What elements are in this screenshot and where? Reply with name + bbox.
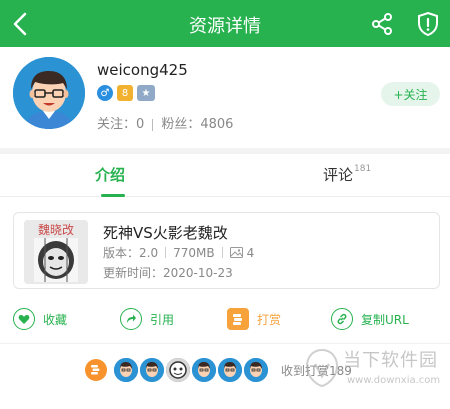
image-icon <box>229 247 243 258</box>
male-icon: ♂ <box>97 85 113 101</box>
publisher-profile: weicong425 ♂ 8 ★ 关注：0 粉丝：4806 +关注 <box>0 47 450 148</box>
followers-count: 4806 <box>200 117 234 132</box>
tab-comments[interactable]: 评论181 <box>323 164 371 185</box>
resource-card[interactable]: 魏晓改 死神VS火影老魏改 版本：2.0 770MB 4 更新时间：2020-1… <box>13 212 440 289</box>
watermark-logo-icon <box>305 348 339 388</box>
share-icon[interactable] <box>370 12 394 36</box>
resource-update-date: 更新时间：2020-10-23 <box>103 266 233 280</box>
user-badges: ♂ 8 ★ <box>97 85 155 103</box>
resource-thumbnail-image: 魏晓改 <box>24 220 88 284</box>
following-count: 0 <box>136 117 145 132</box>
meta-divider <box>165 247 167 258</box>
following-label: 关注 <box>97 117 124 132</box>
rank-badge-icon: ★ <box>137 85 155 101</box>
watermark-url: www.downxia.com <box>347 375 441 386</box>
resource-meta: 版本：2.0 770MB 4 <box>103 244 254 261</box>
tipper-avatar[interactable] <box>166 358 190 382</box>
watermark: 当下软件园 www.downxia.com <box>305 346 445 398</box>
favorite-button[interactable]: 收藏 <box>13 307 67 331</box>
coin-stack-icon <box>227 308 249 330</box>
tipper-avatar[interactable] <box>192 358 216 382</box>
tipper-avatar[interactable] <box>244 358 268 382</box>
resource-image-count: 4 <box>246 245 255 260</box>
resource-version: 版本：2.0 <box>103 246 159 260</box>
section-divider <box>0 343 450 344</box>
tip-button[interactable]: 打赏 <box>227 307 281 331</box>
thumbnail-caption: 魏晓改 <box>38 222 74 237</box>
tab-intro[interactable]: 介绍 <box>95 164 125 185</box>
resource-thumbnail: 魏晓改 <box>24 220 88 284</box>
resource-title: 死神VS火影老魏改 <box>103 224 228 242</box>
stats-divider <box>152 118 154 131</box>
action-bar: 收藏 引用 打赏 复制URL <box>0 303 450 335</box>
copy-url-button[interactable]: 复制URL <box>331 307 409 331</box>
avatar-illustration <box>13 57 85 129</box>
tab-comments-label: 评论 <box>323 166 354 184</box>
tipper-avatar[interactable] <box>114 358 138 382</box>
follow-button[interactable]: +关注 <box>381 82 440 106</box>
watermark-title: 当下软件园 <box>343 350 438 371</box>
top-bar: 资源详情 <box>0 0 450 47</box>
tip-label: 打赏 <box>257 312 282 327</box>
resource-size: 770MB <box>173 245 215 260</box>
tipper-avatar[interactable] <box>140 358 164 382</box>
cite-label: 引用 <box>150 312 175 327</box>
favorite-label: 收藏 <box>43 312 68 327</box>
detail-tabs: 介绍 评论181 <box>0 154 450 197</box>
avatar[interactable] <box>13 57 85 129</box>
meta-divider <box>221 247 223 258</box>
tipper-avatar[interactable] <box>218 358 242 382</box>
heart-icon <box>13 308 35 330</box>
link-icon <box>331 308 353 330</box>
cite-button[interactable]: 引用 <box>120 307 174 331</box>
copy-url-label: 复制URL <box>361 312 409 327</box>
active-tab-indicator <box>101 194 125 197</box>
coin-badge-icon: 8 <box>117 85 133 101</box>
user-stats: 关注：0 粉丝：4806 <box>97 117 234 132</box>
tip-coin-icon <box>85 359 107 381</box>
username[interactable]: weicong425 <box>97 61 188 79</box>
comments-count: 181 <box>354 164 372 174</box>
report-shield-icon[interactable] <box>416 11 440 37</box>
followers-label: 粉丝 <box>161 117 188 132</box>
redirect-arrow-icon <box>120 308 142 330</box>
